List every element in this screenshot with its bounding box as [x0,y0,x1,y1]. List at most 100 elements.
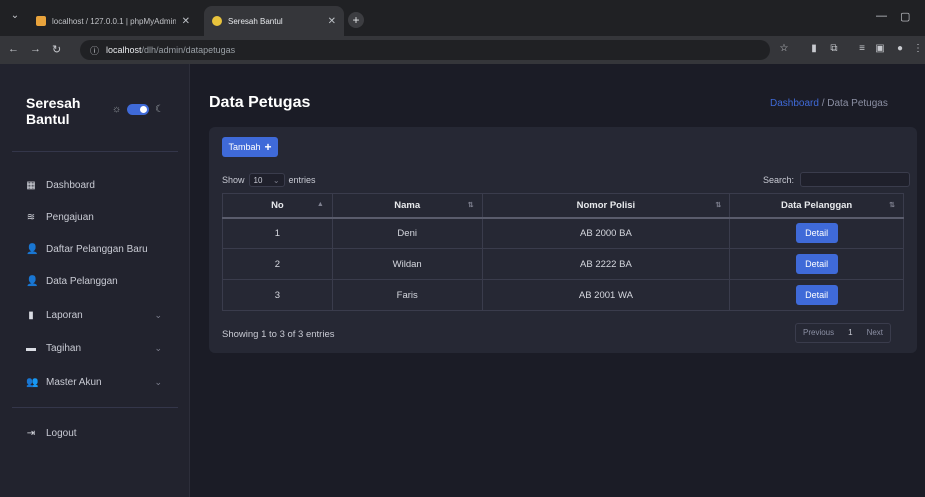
search-control: Search: [763,172,911,187]
column-header-nama[interactable]: Nama ⇅ [331,193,483,219]
sidepanel-icon[interactable]: ▣ [874,43,886,55]
cell-no: 2 [222,248,333,280]
sort-icon: ▲ [316,201,324,208]
sort-icon: ⇅ [467,202,474,209]
extension-icon[interactable]: ▮ [808,43,820,55]
column-header-data-pelanggan[interactable]: Data Pelanggan ⇅ [729,193,904,219]
page-length-control: Show 10 ⌄ entries [222,173,316,187]
back-icon[interactable]: ← [8,43,19,55]
menu-icon[interactable]: ⋮ [912,43,924,55]
pagination-next[interactable]: Next [860,324,890,342]
theme-toggle[interactable] [127,104,150,115]
column-header-nomor-polisi[interactable]: Nomor Polisi ⇅ [481,193,731,219]
profile-icon[interactable]: ● [894,43,906,55]
table-row: 1 Deni AB 2000 BA Detail [222,217,904,249]
page-title: Data Petugas [209,94,311,111]
table-info: Showing 1 to 3 of 3 entries [222,329,335,340]
detail-button[interactable]: Detail [795,223,838,244]
sun-icon: ☼ [112,104,122,115]
close-tab-icon[interactable]: ✕ [182,16,190,27]
breadcrumb: Dashboard / Data Petugas [770,98,888,109]
new-tab-button[interactable]: + [348,12,364,28]
cell-no: 3 [222,279,333,311]
plus-icon: + [264,140,272,154]
browser-tab-bar: ⌄ localhost / 127.0.0.1 | phpMyAdmin ✕ S… [0,0,925,36]
url-path: /dlh/admin/datapetugas [141,45,236,55]
sort-icon: ⇅ [715,202,722,209]
data-table: No ▲ Nama ⇅ Nomor Polisi ⇅ Data Pelanggan ⇅ … [222,193,904,311]
forward-icon[interactable]: → [30,43,41,55]
pagination-previous[interactable]: Previous [796,324,841,342]
breadcrumb-separator: / [821,98,825,109]
media-icon[interactable]: ≡ [856,43,868,55]
theme-switch[interactable]: ☼ ☾ [112,104,164,115]
user-icon: 👤 [26,275,39,287]
sidebar-divider [12,407,178,408]
show-label: Show [222,175,245,185]
phpmyadmin-favicon-icon [36,16,46,26]
grid-icon: ▦ [26,179,36,191]
cell-nama: Wildan [331,248,483,280]
breadcrumb-dashboard-link[interactable]: Dashboard [770,98,819,109]
site-favicon-icon [212,16,222,26]
site-info-icon[interactable]: ⓘ [90,44,99,57]
moon-icon: ☾ [155,104,165,115]
page-length-value: 10 [253,175,263,185]
tab-seresah-bantul[interactable]: Seresah Bantul ✕ [204,6,344,36]
detail-button[interactable]: Detail [795,254,838,274]
sidebar-item-label: Daftar Pelanggan Baru [46,243,148,255]
sidebar-item-label: Pengajuan [46,211,94,223]
close-tab-icon[interactable]: ✕ [328,16,336,27]
pagination-page[interactable]: 1 [841,324,859,342]
sidebar-item-dashboard[interactable]: ▦ Dashboard [26,175,176,195]
cell-nama: Faris [331,279,483,311]
sidebar-item-master-akun[interactable]: 👥 Master Akun ⌄ [26,372,176,392]
tab-phpmyadmin[interactable]: localhost / 127.0.0.1 | phpMyAdmin ✕ [28,6,198,36]
cell-no: 1 [222,217,333,249]
cell-nama: Deni [331,217,483,249]
sidebar-item-label: Tagihan [46,342,82,354]
sidebar-item-tagihan[interactable]: ▬ Tagihan ⌄ [26,338,176,358]
sidebar-item-label: Logout [46,427,77,439]
sidebar-item-label: Laporan [46,309,83,321]
add-button[interactable]: Tambah + [222,137,278,157]
sort-icon: ⇅ [889,202,895,209]
table-header-row: No ▲ Nama ⇅ Nomor Polisi ⇅ Data Pelanggan ⇅ [222,193,904,219]
sidebar-item-pengajuan[interactable]: ≋ Pengajuan [26,207,176,227]
sidebar-item-label: Data Pelanggan [46,275,118,287]
url-host: localhost [106,45,142,55]
puzzle-icon[interactable]: ⧉ [828,43,840,55]
cell-action: Detail [729,279,904,311]
address-bar[interactable]: ⓘ localhost/dlh/admin/datapetugas [80,40,770,60]
tab-title: Seresah Bantul [228,16,283,26]
user-plus-icon: 👤 [26,243,39,255]
sidebar-divider [12,151,178,152]
column-header-no[interactable]: No ▲ [222,193,333,219]
pagination: Previous 1 Next [795,323,892,343]
maximize-icon[interactable]: ▢ [900,10,910,23]
sidebar-item-logout[interactable]: ⇥ Logout [26,423,176,443]
entries-label: entries [288,175,316,185]
cell-nomor-polisi: AB 2001 WA [481,279,731,311]
tab-search-icon[interactable]: ⌄ [8,9,22,23]
users-icon: 👥 [26,376,39,388]
logout-icon: ⇥ [26,427,36,439]
sidebar-item-daftar-pelanggan-baru[interactable]: 👤 Daftar Pelanggan Baru [26,239,176,259]
cell-nomor-polisi: AB 2222 BA [481,248,731,280]
search-input[interactable] [800,172,911,187]
chevron-down-icon: ⌄ [272,175,280,185]
reload-icon[interactable]: ↻ [52,43,61,56]
minimize-icon[interactable]: — [876,10,887,22]
page-length-select[interactable]: 10 ⌄ [248,173,285,187]
sidebar-item-laporan[interactable]: ▮ Laporan ⌄ [26,305,176,325]
chevron-down-icon: ⌄ [154,342,162,353]
layers-icon: ≋ [26,211,36,223]
sidebar-item-data-pelanggan[interactable]: 👤 Data Pelanggan [26,271,176,291]
sidebar-item-label: Dashboard [46,179,95,191]
bookmark-star-icon[interactable]: ☆ [778,43,790,55]
browser-toolbar: ← → ↻ ⓘ localhost/dlh/admin/datapetugas … [0,36,925,64]
detail-button[interactable]: Detail [795,285,838,305]
search-label: Search: [763,174,795,185]
chevron-down-icon: ⌄ [154,376,162,387]
cell-action: Detail [729,217,904,249]
